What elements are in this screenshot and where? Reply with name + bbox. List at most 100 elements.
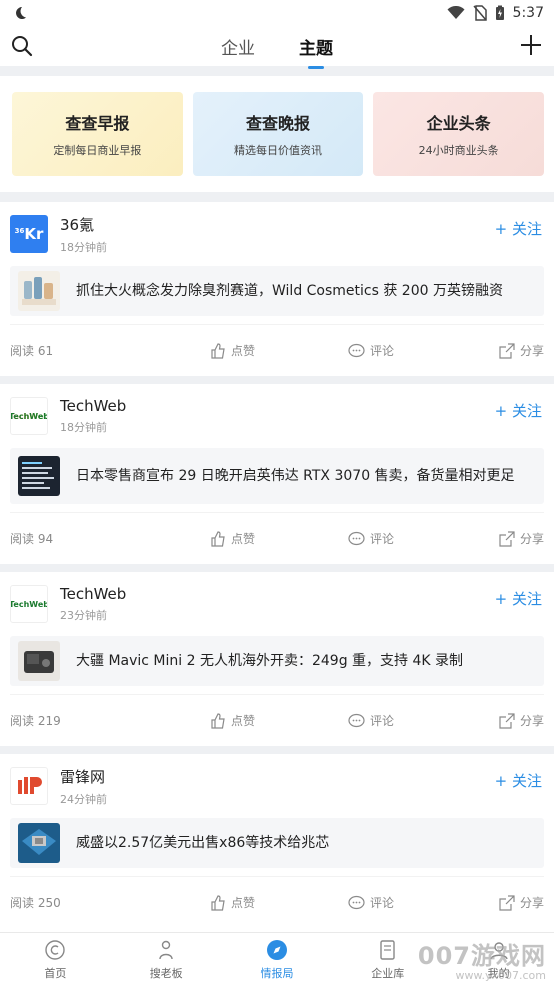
source-name[interactable]: TechWeb — [60, 585, 126, 603]
no-sim-icon — [472, 5, 487, 21]
report-subtitle: 精选每日价值资讯 — [234, 144, 322, 157]
nav-home[interactable]: 首页 — [0, 933, 111, 986]
comment-button[interactable]: 评论 — [348, 712, 493, 729]
source-name[interactable]: 雷锋网 — [60, 766, 107, 787]
nav-label: 首页 — [44, 966, 67, 980]
thumbs-up-icon — [211, 530, 225, 547]
divider — [0, 376, 554, 384]
thumbs-up-icon — [211, 342, 225, 359]
comment-label: 评论 — [370, 532, 395, 546]
avatar-techweb[interactable]: TechWeb — [10, 585, 48, 623]
share-button[interactable]: 分享 — [499, 342, 544, 359]
source-name[interactable]: 36氪 — [60, 214, 107, 235]
like-label: 点赞 — [231, 896, 256, 910]
feed-card: TechWeb TechWeb 18分钟前 + 关注 日本零售商宣布 29 日晚… — [0, 384, 554, 564]
follow-button[interactable]: + 关注 — [495, 400, 542, 421]
compass-icon — [266, 939, 287, 960]
share-icon — [499, 712, 515, 729]
like-button[interactable]: 点赞 — [210, 894, 348, 911]
read-count: 阅读 61 — [10, 344, 54, 358]
evening-report-card[interactable]: 查查晚报 精选每日价值资讯 — [192, 92, 364, 176]
wifi-icon — [447, 6, 465, 19]
article-link[interactable]: 威盛以2.57亿美元出售x86等技术给兆芯 — [10, 818, 544, 868]
article-link[interactable]: 大疆 Mavic Mini 2 无人机海外开卖：249g 重，支持 4K 录制 — [10, 636, 544, 686]
read-count: 阅读 219 — [10, 714, 61, 728]
watermark-text: 007游戏网 — [417, 942, 546, 970]
report-title: 查查晚报 — [246, 114, 311, 133]
comment-icon — [348, 343, 365, 357]
logo-text: Kr — [24, 225, 44, 243]
like-label: 点赞 — [231, 532, 256, 546]
feed-card: 雷锋网 24分钟前 + 关注 威盛以2.57亿美元出售x86等技术给兆芯 阅读 … — [0, 754, 554, 928]
add-icon[interactable] — [518, 32, 544, 58]
report-subtitle: 24小时商业头条 — [418, 144, 499, 157]
nav-label: 情报局 — [260, 966, 294, 980]
nav-label: 搜老板 — [149, 966, 183, 980]
morning-report-card[interactable]: 查查早报 定制每日商业早报 — [12, 92, 183, 176]
search-icon[interactable] — [10, 34, 34, 58]
article-thumbnail — [18, 823, 60, 863]
share-button[interactable]: 分享 — [499, 530, 544, 547]
article-title: 抓住大火概念发力除臭剂赛道，Wild Cosmetics 获 200 万英镑融资 — [76, 282, 503, 299]
article-title: 日本零售商宣布 29 日晚开启英伟达 RTX 3070 售卖，备货量相对更足 — [76, 467, 515, 484]
share-icon — [499, 342, 515, 359]
divider — [0, 564, 554, 572]
share-label: 分享 — [519, 532, 544, 546]
report-title: 企业头条 — [426, 114, 491, 133]
article-link[interactable]: 日本零售商宣布 29 日晚开启英伟达 RTX 3070 售卖，备货量相对更足 — [10, 448, 544, 504]
post-time: 18分钟前 — [60, 421, 107, 434]
nav-label: 企业库 — [371, 966, 405, 980]
read-count: 阅读 94 — [10, 532, 54, 546]
comment-label: 评论 — [370, 896, 395, 910]
tab-enterprise[interactable]: 企业 — [217, 34, 259, 59]
comment-button[interactable]: 评论 — [348, 342, 493, 359]
person-icon — [159, 940, 173, 959]
comment-label: 评论 — [370, 344, 395, 358]
article-title: 大疆 Mavic Mini 2 无人机海外开卖：249g 重，支持 4K 录制 — [76, 652, 464, 669]
tab-topics[interactable]: 主题 — [295, 34, 337, 69]
article-thumbnail — [18, 271, 60, 311]
moon-icon — [16, 7, 26, 19]
comment-icon — [348, 713, 365, 727]
comment-button[interactable]: 评论 — [348, 530, 493, 547]
comment-label: 评论 — [370, 714, 395, 728]
top-nav: 企业 主题 — [0, 26, 554, 69]
divider — [0, 192, 554, 202]
follow-button[interactable]: + 关注 — [495, 218, 542, 239]
share-label: 分享 — [519, 714, 544, 728]
avatar-36kr[interactable]: 36 Kr — [10, 215, 48, 253]
status-time: 5:37 — [512, 5, 544, 21]
follow-button[interactable]: + 关注 — [495, 770, 542, 791]
source-name[interactable]: TechWeb — [60, 397, 126, 415]
watermark: 007游戏网 www.yx007.com — [418, 936, 546, 982]
divider — [0, 66, 554, 76]
like-button[interactable]: 点赞 — [210, 712, 348, 729]
share-icon — [499, 894, 515, 911]
avatar-leifeng[interactable] — [10, 767, 48, 805]
divider — [0, 746, 554, 754]
share-button[interactable]: 分享 — [499, 712, 544, 729]
share-label: 分享 — [519, 896, 544, 910]
article-link[interactable]: 抓住大火概念发力除臭剂赛道，Wild Cosmetics 获 200 万英镑融资 — [10, 266, 544, 316]
like-label: 点赞 — [231, 714, 256, 728]
avatar-techweb[interactable]: TechWeb — [10, 397, 48, 435]
like-label: 点赞 — [231, 344, 256, 358]
status-bar: 5:37 — [0, 0, 554, 26]
comment-icon — [348, 895, 365, 909]
feed-card: TechWeb TechWeb 23分钟前 + 关注 大疆 Mavic Mini… — [0, 572, 554, 746]
home-icon — [45, 939, 66, 960]
comment-icon — [348, 531, 365, 545]
logo-text: TechWeb — [10, 411, 48, 421]
like-button[interactable]: 点赞 — [210, 342, 348, 359]
like-button[interactable]: 点赞 — [210, 530, 348, 547]
follow-button[interactable]: + 关注 — [495, 588, 542, 609]
share-button[interactable]: 分享 — [499, 894, 544, 911]
article-title: 威盛以2.57亿美元出售x86等技术给兆芯 — [76, 834, 330, 851]
comment-button[interactable]: 评论 — [348, 894, 493, 911]
thumbs-up-icon — [211, 712, 225, 729]
thumbs-up-icon — [211, 894, 225, 911]
nav-search-boss[interactable]: 搜老板 — [111, 933, 222, 986]
nav-intelligence[interactable]: 情报局 — [222, 933, 333, 986]
article-thumbnail — [18, 641, 60, 681]
headline-report-card[interactable]: 企业头条 24小时商业头条 — [373, 92, 545, 176]
